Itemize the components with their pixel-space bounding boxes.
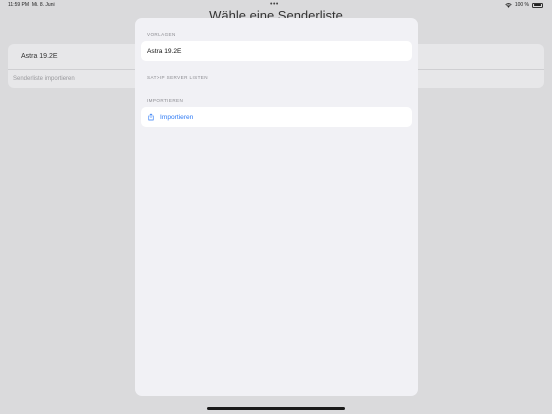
home-indicator[interactable] [207, 407, 345, 410]
template-item-astra[interactable]: Astra 19.2E [141, 41, 412, 61]
section-header-satip: SAT>IP SERVER LISTEN [147, 75, 208, 80]
import-button[interactable]: Importieren [141, 107, 412, 127]
wifi-icon [505, 2, 512, 8]
section-header-importieren: IMPORTIEREN [147, 98, 184, 103]
background-row-import: Senderliste importieren [13, 76, 75, 82]
battery-icon [532, 2, 543, 8]
section-header-vorlagen: VORLAGEN [147, 32, 176, 37]
template-item-label: Astra 19.2E [147, 47, 182, 55]
import-button-label: Importieren [160, 113, 194, 121]
background-row-astra: Astra 19.2E [21, 53, 58, 60]
share-import-icon [148, 113, 154, 121]
channel-list-sheet: VORLAGEN Astra 19.2E SAT>IP SERVER LISTE… [135, 18, 418, 396]
